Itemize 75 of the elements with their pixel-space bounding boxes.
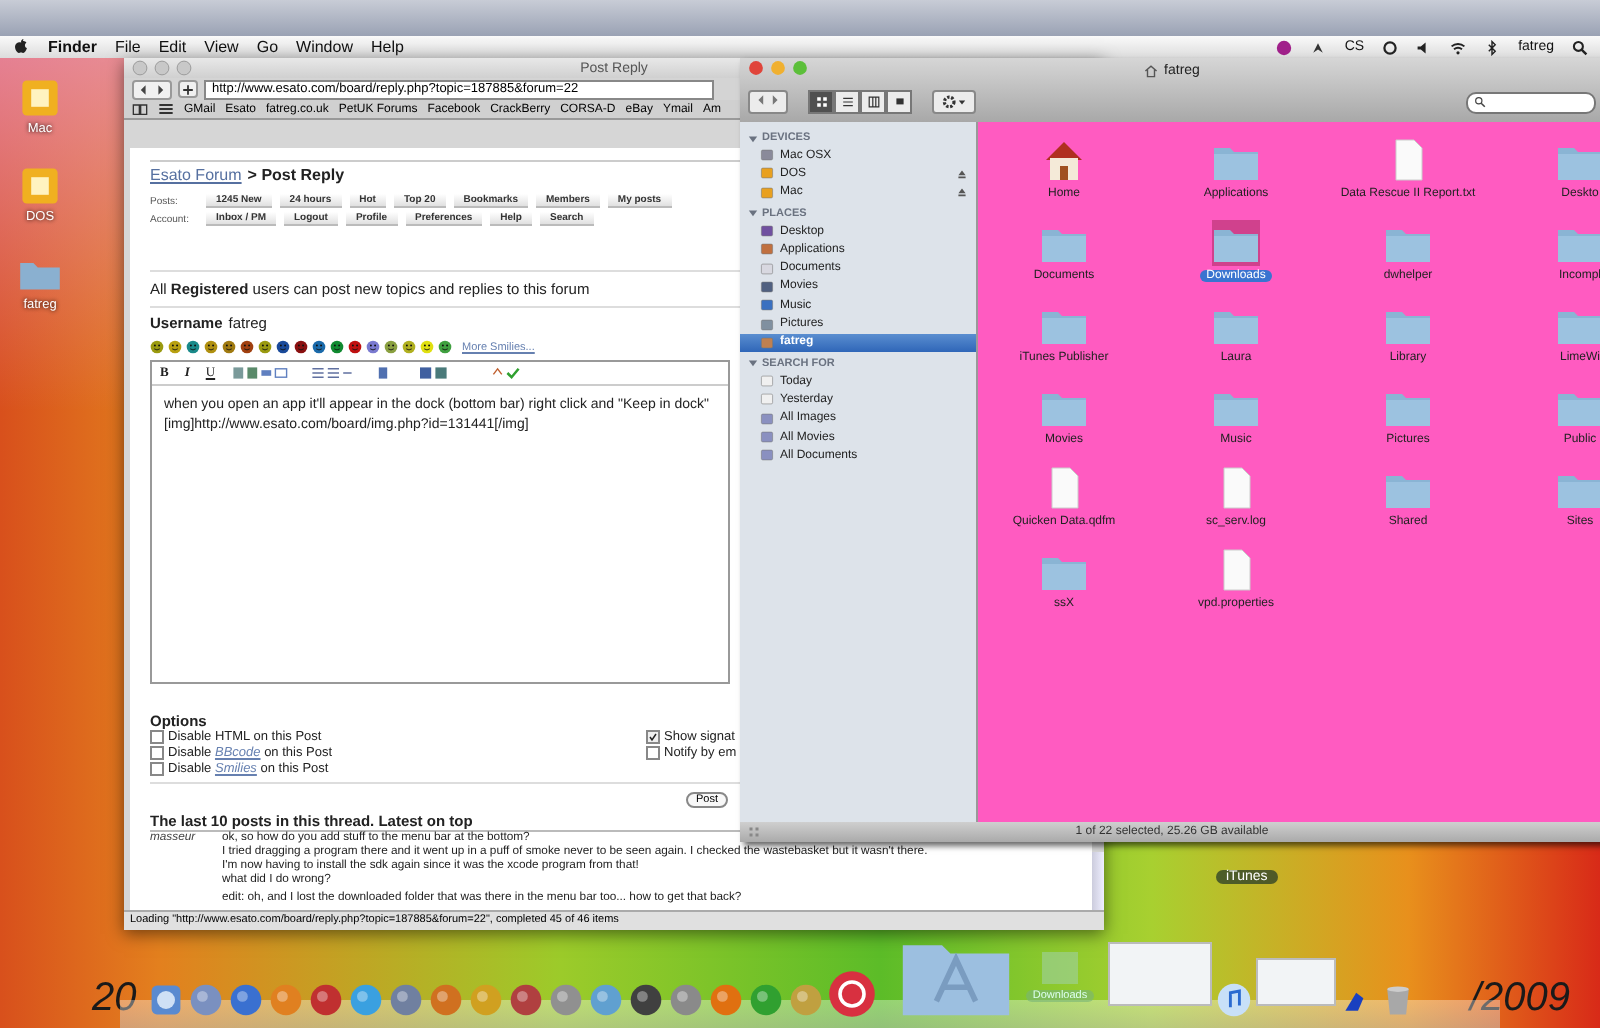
scrollbar[interactable] [1092, 852, 1104, 910]
menu-item[interactable]: Window [296, 38, 353, 56]
smiley-icon[interactable] [186, 340, 200, 354]
smiley-icon[interactable] [150, 340, 164, 354]
disclosure-triangle-icon[interactable] [748, 133, 758, 143]
forum-link[interactable]: Esato Forum [150, 166, 242, 184]
smiley-icon[interactable] [204, 340, 218, 354]
window-thumbnail[interactable] [1256, 958, 1336, 1006]
disclosure-triangle-icon[interactable] [748, 208, 758, 219]
list-view-icon [841, 96, 853, 108]
checkbox[interactable] [646, 746, 660, 760]
checkbox[interactable] [150, 762, 164, 776]
smiley-icon[interactable] [348, 340, 362, 354]
book-icon[interactable] [132, 102, 148, 116]
smiley-icon[interactable] [258, 340, 272, 354]
eject-icon[interactable] [956, 186, 968, 199]
search-field[interactable] [1466, 91, 1596, 113]
insert-tools-icon[interactable] [231, 366, 288, 380]
menu-item[interactable]: Go [256, 38, 279, 56]
sync-icon[interactable] [1382, 39, 1399, 55]
apple-icon[interactable] [12, 38, 30, 56]
smiley-icon[interactable] [384, 340, 398, 354]
status-circle-icon[interactable] [1276, 39, 1293, 55]
view-button[interactable] [808, 90, 834, 114]
menu-app-name[interactable]: Finder [48, 38, 97, 56]
smiley-icon[interactable] [330, 340, 344, 354]
checkbox[interactable] [646, 730, 660, 744]
menu-item[interactable]: Edit [158, 38, 187, 56]
grid-icon[interactable] [158, 102, 174, 116]
app-icon[interactable] [508, 982, 544, 1018]
document-icon[interactable] [375, 366, 390, 380]
smiley-icon[interactable] [420, 340, 434, 354]
smiley-icon[interactable] [312, 340, 326, 354]
record-icon[interactable] [828, 970, 876, 1018]
smiley-icon[interactable] [240, 340, 254, 354]
music-note-icon[interactable] [1216, 982, 1252, 1018]
window-thumbnail[interactable] [1108, 942, 1212, 1006]
view-button[interactable] [860, 90, 886, 114]
gear-icon [940, 94, 968, 110]
back-forward-buttons[interactable] [132, 79, 172, 99]
menu-item[interactable]: Help [370, 38, 404, 56]
home-icon [1144, 63, 1159, 77]
smiley-icon[interactable] [276, 340, 290, 354]
wifi-icon[interactable] [1450, 39, 1467, 55]
smiley-icon[interactable] [438, 340, 452, 354]
search-icon [1474, 96, 1486, 108]
search-icon[interactable] [1572, 39, 1588, 55]
menu-item[interactable]: File [114, 38, 141, 56]
app-icon[interactable] [308, 982, 344, 1018]
view-button[interactable] [834, 90, 860, 114]
back-forward-buttons[interactable] [748, 90, 788, 114]
smiley-icon[interactable] [168, 340, 182, 354]
action-menu-button[interactable] [932, 90, 976, 114]
app-icon[interactable] [628, 982, 664, 1018]
wallpaper-date-text: /2009 [1470, 976, 1571, 1022]
page-heading: > Post Reply [247, 166, 345, 184]
menu-item[interactable]: View [204, 38, 239, 56]
close-icon[interactable] [748, 60, 764, 76]
plus-icon [182, 83, 194, 95]
checkbox[interactable] [150, 746, 164, 760]
wallpaper-date-text: 20 [92, 976, 137, 1022]
smiley-icon[interactable] [294, 340, 308, 354]
icon-view-icon [815, 96, 827, 108]
smiley-icon[interactable] [366, 340, 380, 354]
resize-grip-icon[interactable] [748, 826, 760, 838]
cover-flow-icon [893, 96, 905, 108]
view-button[interactable] [886, 90, 912, 114]
smiley-icon[interactable] [222, 340, 236, 354]
smiley-icon[interactable] [402, 340, 416, 354]
eject-icon[interactable] [956, 167, 968, 180]
column-view-icon [867, 96, 879, 108]
checkbox[interactable] [150, 730, 164, 744]
add-bookmark-button[interactable] [178, 80, 198, 98]
bluetooth-icon[interactable] [1484, 39, 1501, 55]
disclosure-triangle-icon[interactable] [748, 358, 758, 369]
